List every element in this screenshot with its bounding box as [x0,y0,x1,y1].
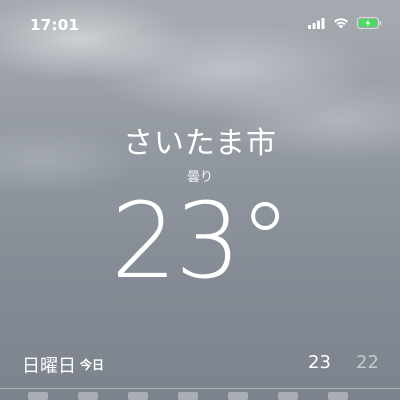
status-bar: 17:01 [0,0,400,50]
location-header: さいたま市 曇り [0,118,400,185]
high-temperature: 23 [308,352,331,373]
divider [0,388,400,389]
status-time: 17:01 [30,16,80,34]
hourly-item [228,392,248,400]
hourly-item [78,392,98,400]
current-temperature: 23° [110,180,291,302]
hourly-item [278,392,298,400]
current-temperature-container: 23° [0,186,400,296]
today-forecast-row[interactable]: 日曜日 今日 23 22 [0,344,400,384]
battery-charging-icon [357,17,382,29]
hourly-item [128,392,148,400]
wifi-icon [333,17,349,29]
hourly-item [328,392,348,400]
hourly-forecast-strip[interactable] [0,390,400,400]
cellular-signal-icon [308,17,325,29]
day-name: 日曜日 [22,356,76,377]
hourly-item [28,392,48,400]
hourly-item [178,392,198,400]
status-icons [308,17,382,29]
today-label: 今日 [80,358,105,372]
low-temperature: 22 [356,352,379,373]
city-name: さいたま市 [122,126,278,161]
